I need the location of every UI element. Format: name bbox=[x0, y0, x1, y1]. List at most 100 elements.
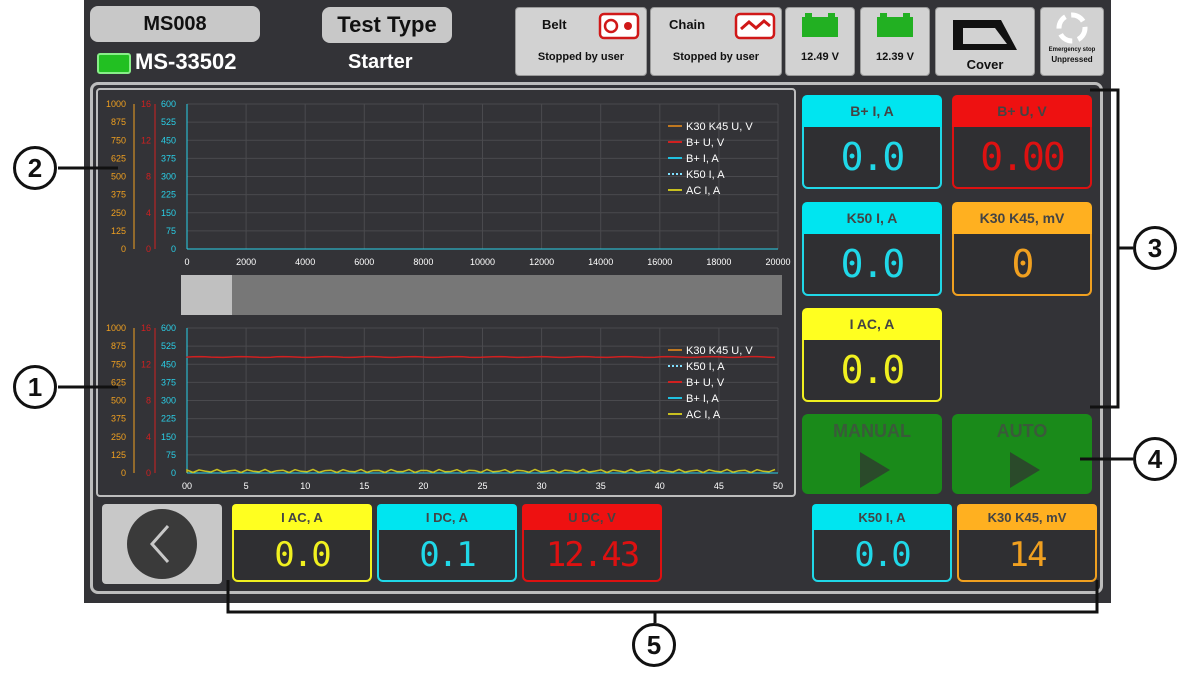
top-chart-y1-tick: 375 bbox=[111, 190, 126, 200]
bottom-chart-y2-tick: 0 bbox=[146, 468, 151, 478]
bottom-k30-k45-mv-value: 14 bbox=[957, 530, 1097, 582]
k50-current-value: 0.0 bbox=[802, 234, 942, 296]
bottom-chart-legend-label: K50 I, A bbox=[686, 361, 725, 373]
bottom-chart-x-tick: 30 bbox=[537, 481, 547, 491]
top-chart-y3-tick: 75 bbox=[166, 226, 176, 236]
bottom-chart-x-tick: 35 bbox=[596, 481, 606, 491]
top-chart-y1-tick: 1000 bbox=[106, 99, 126, 109]
serial-number: MS-33502 bbox=[135, 49, 237, 74]
chain-label: Chain bbox=[669, 17, 706, 32]
device-id-badge: MS008 bbox=[90, 6, 260, 42]
bottom-dc-voltage-meter: U DC, V 12.43 bbox=[522, 504, 662, 582]
bottom-chart-y1-tick: 750 bbox=[111, 359, 126, 369]
bottom-chart-y2-tick: 4 bbox=[146, 432, 151, 442]
battery-2-voltage: 12.39 V bbox=[876, 51, 914, 63]
chart-scrollbar-thumb[interactable] bbox=[181, 275, 232, 315]
k30-k45-mv-label: K30 K45, mV bbox=[952, 202, 1092, 234]
bottom-chart-y3-tick: 300 bbox=[161, 396, 176, 406]
bottom-chart-y1-tick: 1000 bbox=[106, 323, 126, 333]
bottom-ac-current-meter: I AC, A 0.0 bbox=[232, 504, 372, 582]
bottom-k50-current-meter: K50 I, A 0.0 bbox=[812, 504, 952, 582]
top-chart-x-tick: 6000 bbox=[354, 257, 374, 267]
b-plus-current-value: 0.0 bbox=[802, 127, 942, 189]
top-chart-x-tick: 16000 bbox=[647, 257, 672, 267]
top-chart-x-tick: 12000 bbox=[529, 257, 554, 267]
bottom-k30-k45-mv-meter: K30 K45, mV 14 bbox=[957, 504, 1097, 582]
top-chart-x-tick: 2000 bbox=[236, 257, 256, 267]
manual-button[interactable]: MANUAL bbox=[802, 414, 942, 494]
top-chart-y1-tick: 500 bbox=[111, 172, 126, 182]
top-chart-x-tick: 20000 bbox=[765, 257, 790, 267]
top-chart-legend-label: B+ I, A bbox=[686, 153, 719, 165]
top-chart-y1-tick: 0 bbox=[121, 244, 126, 254]
bottom-chart-y1-tick: 625 bbox=[111, 377, 126, 387]
chain-icon bbox=[734, 12, 776, 40]
ac-current-value: 0.0 bbox=[802, 340, 942, 402]
bottom-dc-voltage-value: 12.43 bbox=[522, 530, 662, 582]
bottom-chart-x-tick: 00 bbox=[182, 481, 192, 491]
top-chart-y2-tick: 0 bbox=[146, 244, 151, 254]
bottom-chart-legend-label: B+ I, A bbox=[686, 393, 719, 405]
bottom-chart-x-tick: 5 bbox=[244, 481, 249, 491]
bottom-chart-y3-tick: 0 bbox=[171, 468, 176, 478]
top-chart-y3-tick: 225 bbox=[161, 190, 176, 200]
chart-scrollbar[interactable] bbox=[181, 275, 782, 315]
belt-status: Stopped by user bbox=[537, 51, 625, 63]
emergency-stop-status: Unpressed bbox=[1051, 55, 1093, 64]
bottom-k30-k45-mv-label: K30 K45, mV bbox=[957, 504, 1097, 530]
callout-2: 2 bbox=[13, 146, 57, 190]
top-chart-y3-tick: 150 bbox=[161, 208, 176, 218]
callout-5: 5 bbox=[632, 623, 676, 667]
bottom-chart-y1-tick: 875 bbox=[111, 341, 126, 351]
bottom-chart-series-line bbox=[186, 468, 776, 474]
back-button[interactable] bbox=[102, 504, 222, 584]
top-chart-legend-label: K50 I, A bbox=[686, 169, 725, 181]
bottom-chart-y1-tick: 500 bbox=[111, 396, 126, 406]
auto-button[interactable]: AUTO bbox=[952, 414, 1092, 494]
top-chart-x-tick: 0 bbox=[184, 257, 189, 267]
bottom-k50-current-value: 0.0 bbox=[812, 530, 952, 582]
bottom-dc-current-meter: I DC, A 0.1 bbox=[377, 504, 517, 582]
bottom-chart-x-tick: 25 bbox=[477, 481, 487, 491]
bottom-chart-y3-tick: 600 bbox=[161, 323, 176, 333]
top-chart-y3-tick: 375 bbox=[161, 153, 176, 163]
top-chart-x-tick: 18000 bbox=[706, 257, 731, 267]
battery-1-panel: 12.49 V bbox=[785, 7, 855, 76]
bottom-chart-x-tick: 40 bbox=[655, 481, 665, 491]
cover-button[interactable]: Cover bbox=[935, 7, 1035, 76]
bottom-k50-current-label: K50 I, A bbox=[812, 504, 952, 530]
chevron-left-icon bbox=[127, 509, 197, 579]
belt-status-panel[interactable]: Belt Stopped by user bbox=[515, 7, 647, 76]
belt-label: Belt bbox=[542, 17, 567, 32]
b-plus-voltage-meter: B+ U, V 0.00 bbox=[952, 95, 1092, 191]
top-chart-x-tick: 10000 bbox=[470, 257, 495, 267]
top-chart-y2-tick: 12 bbox=[141, 135, 151, 145]
bottom-chart-y3-tick: 150 bbox=[161, 432, 176, 442]
top-chart-y1-tick: 750 bbox=[111, 135, 126, 145]
top-chart-y1-tick: 125 bbox=[111, 226, 126, 236]
bottom-chart-y3-tick: 525 bbox=[161, 341, 176, 351]
bottom-chart-legend-label: B+ U, V bbox=[686, 377, 725, 389]
bottom-chart-x-tick: 10 bbox=[300, 481, 310, 491]
test-type-label: Test Type bbox=[322, 7, 452, 43]
battery-1-voltage: 12.49 V bbox=[801, 51, 839, 63]
chain-status-panel[interactable]: Chain Stopped by user bbox=[650, 7, 782, 76]
test-type-value: Starter bbox=[348, 51, 413, 73]
b-plus-voltage-label: B+ U, V bbox=[952, 95, 1092, 127]
cover-label: Cover bbox=[966, 57, 1004, 72]
b-plus-current-label: B+ I, A bbox=[802, 95, 942, 127]
bottom-chart-x-tick: 20 bbox=[418, 481, 428, 491]
bottom-ac-current-value: 0.0 bbox=[232, 530, 372, 582]
top-chart-y1-tick: 875 bbox=[111, 117, 126, 127]
top-chart-legend-label: AC I, A bbox=[686, 185, 721, 197]
top-chart-y2-tick: 16 bbox=[141, 99, 151, 109]
k30-k45-mv-value: 0 bbox=[952, 234, 1092, 296]
top-chart-y2-tick: 4 bbox=[146, 208, 151, 218]
top-chart-x-tick: 4000 bbox=[295, 257, 315, 267]
connection-icon bbox=[97, 53, 131, 74]
bottom-chart-legend-label: K30 K45 U, V bbox=[686, 345, 753, 357]
callout-3: 3 bbox=[1133, 226, 1177, 270]
bottom-chart-x-tick: 15 bbox=[359, 481, 369, 491]
belt-icon bbox=[598, 12, 640, 40]
callout-4: 4 bbox=[1133, 437, 1177, 481]
